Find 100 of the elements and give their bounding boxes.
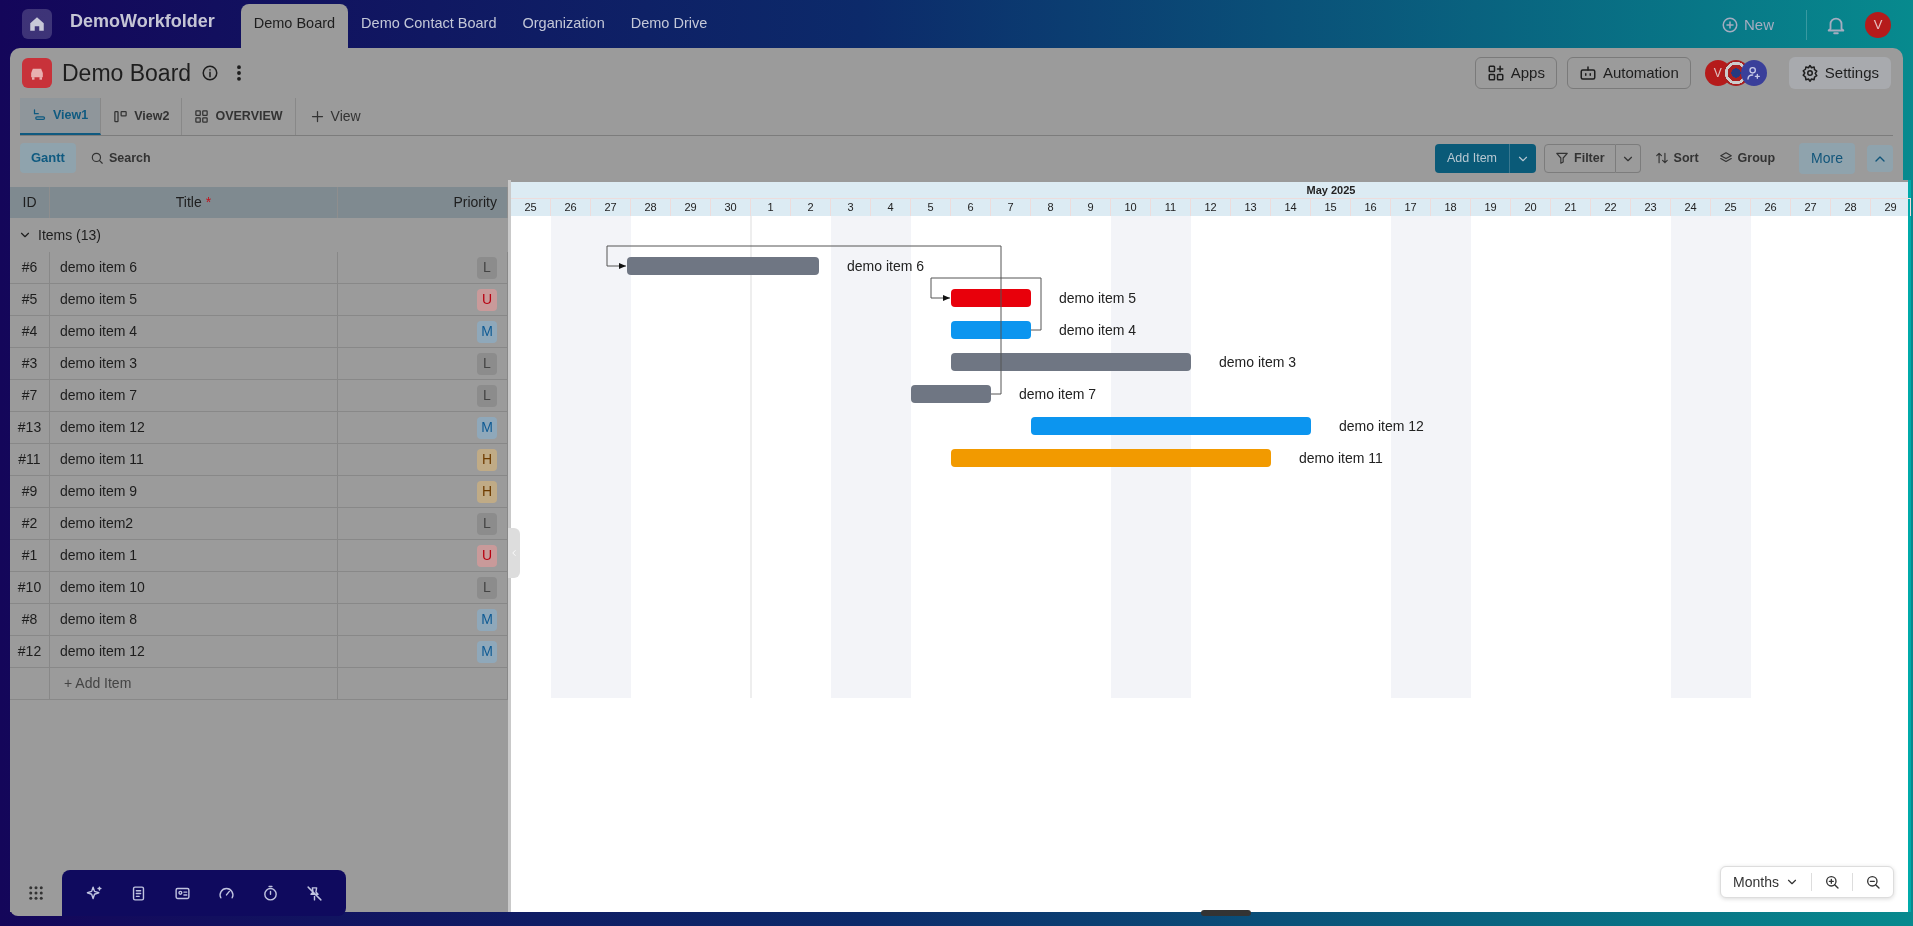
id-text: #7 [21, 386, 38, 405]
board-title: Demo Board [62, 58, 192, 88]
workspace-tab[interactable]: Demo Contact Board [348, 4, 510, 48]
filter-button[interactable]: Filter [1544, 143, 1616, 173]
user-avatar[interactable]: V [1865, 12, 1891, 38]
title-text: demo item 12 [60, 642, 145, 661]
priority-tag: M [477, 320, 497, 343]
day-label: 4 [887, 200, 894, 216]
view-tab[interactable]: OVERVIEW [182, 98, 296, 135]
day-label: 2 [807, 200, 814, 216]
column-header[interactable]: Priority [453, 192, 497, 213]
board-view-icon [113, 109, 129, 124]
priority-tag: L [477, 352, 497, 375]
title-text: demo item 7 [60, 386, 138, 405]
priority-tag: L [477, 256, 497, 279]
day-label: 13 [1244, 200, 1257, 216]
view-tab[interactable]: View2 [101, 98, 183, 135]
day-label: 1 [767, 200, 774, 216]
title-text: demo item 1 [60, 546, 138, 565]
day-label: 10 [1124, 200, 1137, 216]
task-label: demo item 7 [1019, 386, 1097, 402]
title-text: demo item 9 [60, 482, 138, 501]
zoom-in-icon [1824, 874, 1840, 890]
day-label: 29 [684, 200, 697, 216]
add-item-button[interactable]: Add Item [1435, 143, 1510, 173]
priority-tag: L [477, 384, 497, 407]
plus-icon [309, 109, 325, 124]
day-label: 26 [1764, 200, 1777, 216]
day-label: 28 [1844, 200, 1857, 216]
apps-button[interactable]: Apps [1474, 56, 1557, 90]
scroll-handle[interactable] [1201, 910, 1251, 916]
priority-tag: L [477, 576, 497, 599]
day-label: 28 [644, 200, 657, 216]
day-label: 11 [1164, 200, 1177, 216]
id-text: #11 [18, 450, 41, 469]
add-user-icon [1745, 65, 1762, 81]
filter-icon [1555, 151, 1570, 165]
task-label: demo item 3 [1219, 354, 1297, 370]
search-icon [89, 151, 104, 165]
id-text: #1 [21, 546, 38, 565]
home-button[interactable] [22, 9, 52, 39]
pin-off-icon [305, 884, 323, 902]
column-header[interactable]: Title [175, 192, 202, 213]
id-text: #4 [21, 322, 38, 341]
zoom-out-icon [1865, 874, 1881, 890]
task-label: demo item 6 [847, 258, 925, 274]
task-label: demo item 4 [1059, 322, 1137, 338]
gantt-view-icon [32, 108, 47, 123]
day-label: 14 [1284, 200, 1297, 216]
day-label: 20 [1524, 200, 1537, 216]
workspace-tab[interactable]: Organization [509, 4, 618, 48]
automation-button[interactable]: Automation [1566, 56, 1691, 90]
view-tab[interactable]: View1 [20, 98, 102, 135]
chevron-left-icon [509, 548, 519, 558]
id-text: #2 [21, 514, 38, 533]
scale-dropdown[interactable]: Months [1721, 867, 1811, 897]
required-mark: * [205, 193, 212, 212]
settings-button[interactable]: Settings [1788, 56, 1891, 90]
day-label: 25 [524, 200, 537, 216]
id-text: #10 [17, 578, 42, 597]
day-label: 24 [1684, 200, 1697, 216]
robot-icon [1578, 64, 1597, 82]
task-label: demo item 12 [1339, 418, 1424, 434]
id-text: #3 [21, 354, 38, 373]
apps-icon [1486, 64, 1505, 82]
day-label: 6 [967, 200, 974, 216]
priority-tag: L [477, 512, 497, 535]
task-label: demo item 11 [1299, 450, 1383, 466]
add-item-dropdown[interactable] [1509, 143, 1537, 173]
collapse-handle[interactable] [508, 528, 520, 578]
group-button[interactable]: Group [1712, 144, 1782, 172]
sort-button[interactable]: Sort [1648, 144, 1705, 172]
day-label: 27 [604, 200, 617, 216]
month-label: May 2025 [1306, 183, 1356, 198]
day-label: 9 [1087, 200, 1094, 216]
dots-grid-icon [27, 884, 45, 902]
info-icon[interactable] [201, 64, 220, 82]
more-button[interactable]: More [1799, 142, 1855, 174]
search-button[interactable]: Search [83, 144, 157, 172]
workspace-tab[interactable]: Demo Drive [617, 4, 721, 48]
day-label: 27 [1804, 200, 1817, 216]
id-text: #9 [21, 482, 38, 501]
sort-icon [1654, 151, 1669, 165]
gantt-mode-button[interactable]: Gantt [20, 143, 76, 173]
group-label: Items (13) [38, 225, 101, 245]
day-label: 12 [1204, 200, 1217, 216]
layers-icon [1718, 151, 1733, 165]
priority-tag: H [477, 448, 497, 471]
add-item-link[interactable]: + Add Item [64, 673, 132, 694]
workspace-tab[interactable]: Demo Board [240, 4, 349, 48]
day-label: 17 [1404, 200, 1417, 216]
invite-member-button[interactable] [1740, 60, 1767, 86]
id-text: #6 [21, 258, 38, 277]
gear-icon [1800, 64, 1819, 82]
add-view-button[interactable]: View [295, 98, 375, 135]
day-label: 15 [1324, 200, 1337, 216]
day-label: 5 [927, 200, 934, 216]
column-header[interactable]: ID [22, 192, 37, 213]
day-label: 21 [1564, 200, 1577, 216]
title-text: demo item 6 [60, 258, 138, 277]
